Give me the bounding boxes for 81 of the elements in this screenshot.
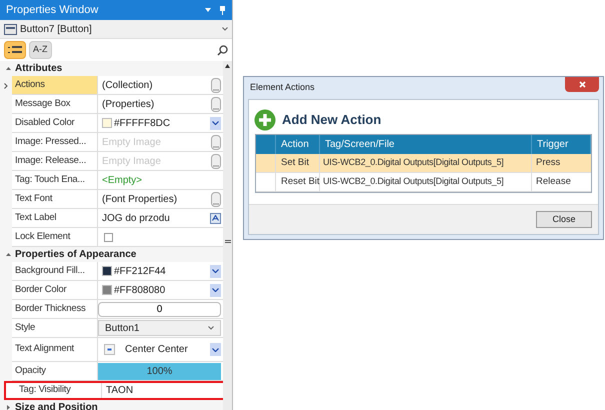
chevron-down-icon: [212, 288, 219, 292]
property-value: <Empty>: [102, 174, 142, 188]
dropdown-button[interactable]: [210, 343, 221, 356]
object-selector[interactable]: Button7 [Button]: [0, 20, 232, 39]
dropdown-arrow-icon[interactable]: [205, 8, 211, 12]
property-label: Text Label: [15, 210, 56, 225]
property-label: Lock Element: [15, 230, 70, 244]
property-label: Background Fill...: [15, 264, 85, 278]
close-button[interactable]: [565, 76, 599, 92]
add-new-action-button[interactable]: Add New Action: [249, 100, 382, 134]
button-object-icon: [4, 24, 17, 34]
property-label: Disabled Color: [15, 116, 75, 130]
property-label: Actions: [15, 78, 45, 92]
property-label: Text Alignment: [15, 342, 74, 356]
image-field[interactable]: Empty Image: [98, 152, 211, 170]
section-title: Attributes: [15, 62, 62, 76]
table-cell-text: Release: [535, 174, 572, 189]
property-value: #FFFFF8DC: [114, 116, 170, 130]
property-value: Center Center: [125, 343, 188, 357]
property-value: TAON: [106, 384, 134, 398]
categorized-button[interactable]: [4, 41, 26, 59]
property-label: Tag: Touch Ena...: [15, 172, 85, 187]
property-label: Image: Release...: [15, 154, 86, 168]
table-cell-text: Press: [535, 156, 562, 170]
property-value: (Properties): [102, 98, 154, 112]
property-label: Opacity: [15, 364, 46, 378]
highlighted-property-row[interactable]: Tag: Visibility TAON: [4, 381, 226, 400]
alignment-icon: [104, 344, 115, 355]
dropdown-button[interactable]: [210, 284, 221, 296]
expand-triangle-icon[interactable]: [6, 405, 11, 410]
number-field[interactable]: 0: [98, 302, 221, 316]
collapse-triangle-icon[interactable]: [6, 252, 11, 257]
action-row[interactable]: Reset Bit UIS-WCB2_0.Digital Outputs[Digital Outputs_5] Release: [256, 173, 591, 192]
dropdown-button[interactable]: [210, 116, 221, 130]
panel-title: Properties Window: [6, 2, 98, 18]
close-icon: [578, 80, 586, 88]
image-field[interactable]: Empty Image: [98, 133, 211, 151]
property-label: Tag: Visibility: [19, 382, 71, 397]
search-icon[interactable]: [217, 44, 228, 56]
action-row[interactable]: Set Bit UIS-WCB2_0.Digital Outputs[Digital Outputs_5] Press: [256, 154, 591, 173]
scrollbar[interactable]: [223, 61, 232, 410]
property-row[interactable]: Image: Release... Empty Image: [0, 152, 223, 171]
chevron-down-icon: [212, 121, 219, 125]
checkbox[interactable]: [104, 232, 113, 242]
property-label: Border Thickness: [15, 302, 86, 316]
letter-icon: [212, 215, 219, 221]
chevron-down-icon: [212, 269, 219, 273]
property-label: Message Box: [15, 96, 70, 111]
property-label: Style: [15, 320, 36, 335]
property-row[interactable]: Image: Pressed... Empty Image: [0, 133, 223, 152]
close-dialog-button[interactable]: Close: [536, 211, 592, 228]
section-title: Properties of Appearance: [15, 248, 136, 262]
table-cell: Set Bit: [276, 154, 320, 172]
property-label: Image: Pressed...: [15, 134, 86, 149]
opacity-track[interactable]: 100%: [98, 362, 221, 380]
add-plus-icon: [254, 109, 276, 131]
property-label: Text Font: [15, 192, 52, 206]
scroll-up-arrow-icon[interactable]: [225, 64, 230, 68]
chevron-down-icon: [222, 27, 228, 31]
collapse-triangle-icon[interactable]: [6, 66, 11, 71]
property-value: JOG do przodu: [102, 212, 170, 226]
table-cell: UIS-WCB2_0.Digital Outputs[Digital Outputs_5]: [320, 173, 532, 191]
text-edit-button[interactable]: [210, 212, 221, 224]
section-title: Size and Position: [15, 401, 98, 410]
property-value: (Collection): [102, 78, 153, 92]
chevron-down-icon: [212, 348, 219, 352]
property-value: #FF212F44: [114, 264, 166, 278]
dropdown-button[interactable]: [210, 264, 221, 278]
chevron-right-icon: [4, 82, 8, 88]
pin-icon[interactable]: [219, 6, 226, 14]
table-cell: Reset Bit: [276, 173, 320, 191]
scroll-thumb-grip-icon[interactable]: [224, 240, 230, 243]
sort-alphabetical-button[interactable]: A-Z: [29, 41, 52, 59]
dialog-title: Element Actions: [250, 81, 315, 94]
property-value: #FF808080: [114, 284, 166, 298]
chevron-down-icon: [208, 326, 214, 330]
style-select[interactable]: Button1: [98, 320, 221, 336]
property-value: (Font Properties): [102, 192, 178, 206]
table-cell: UIS-WCB2_0.Digital Outputs[Digital Outputs_5]: [320, 154, 532, 172]
property-label: Border Color: [15, 282, 66, 297]
category-list-icon: [8, 46, 22, 54]
